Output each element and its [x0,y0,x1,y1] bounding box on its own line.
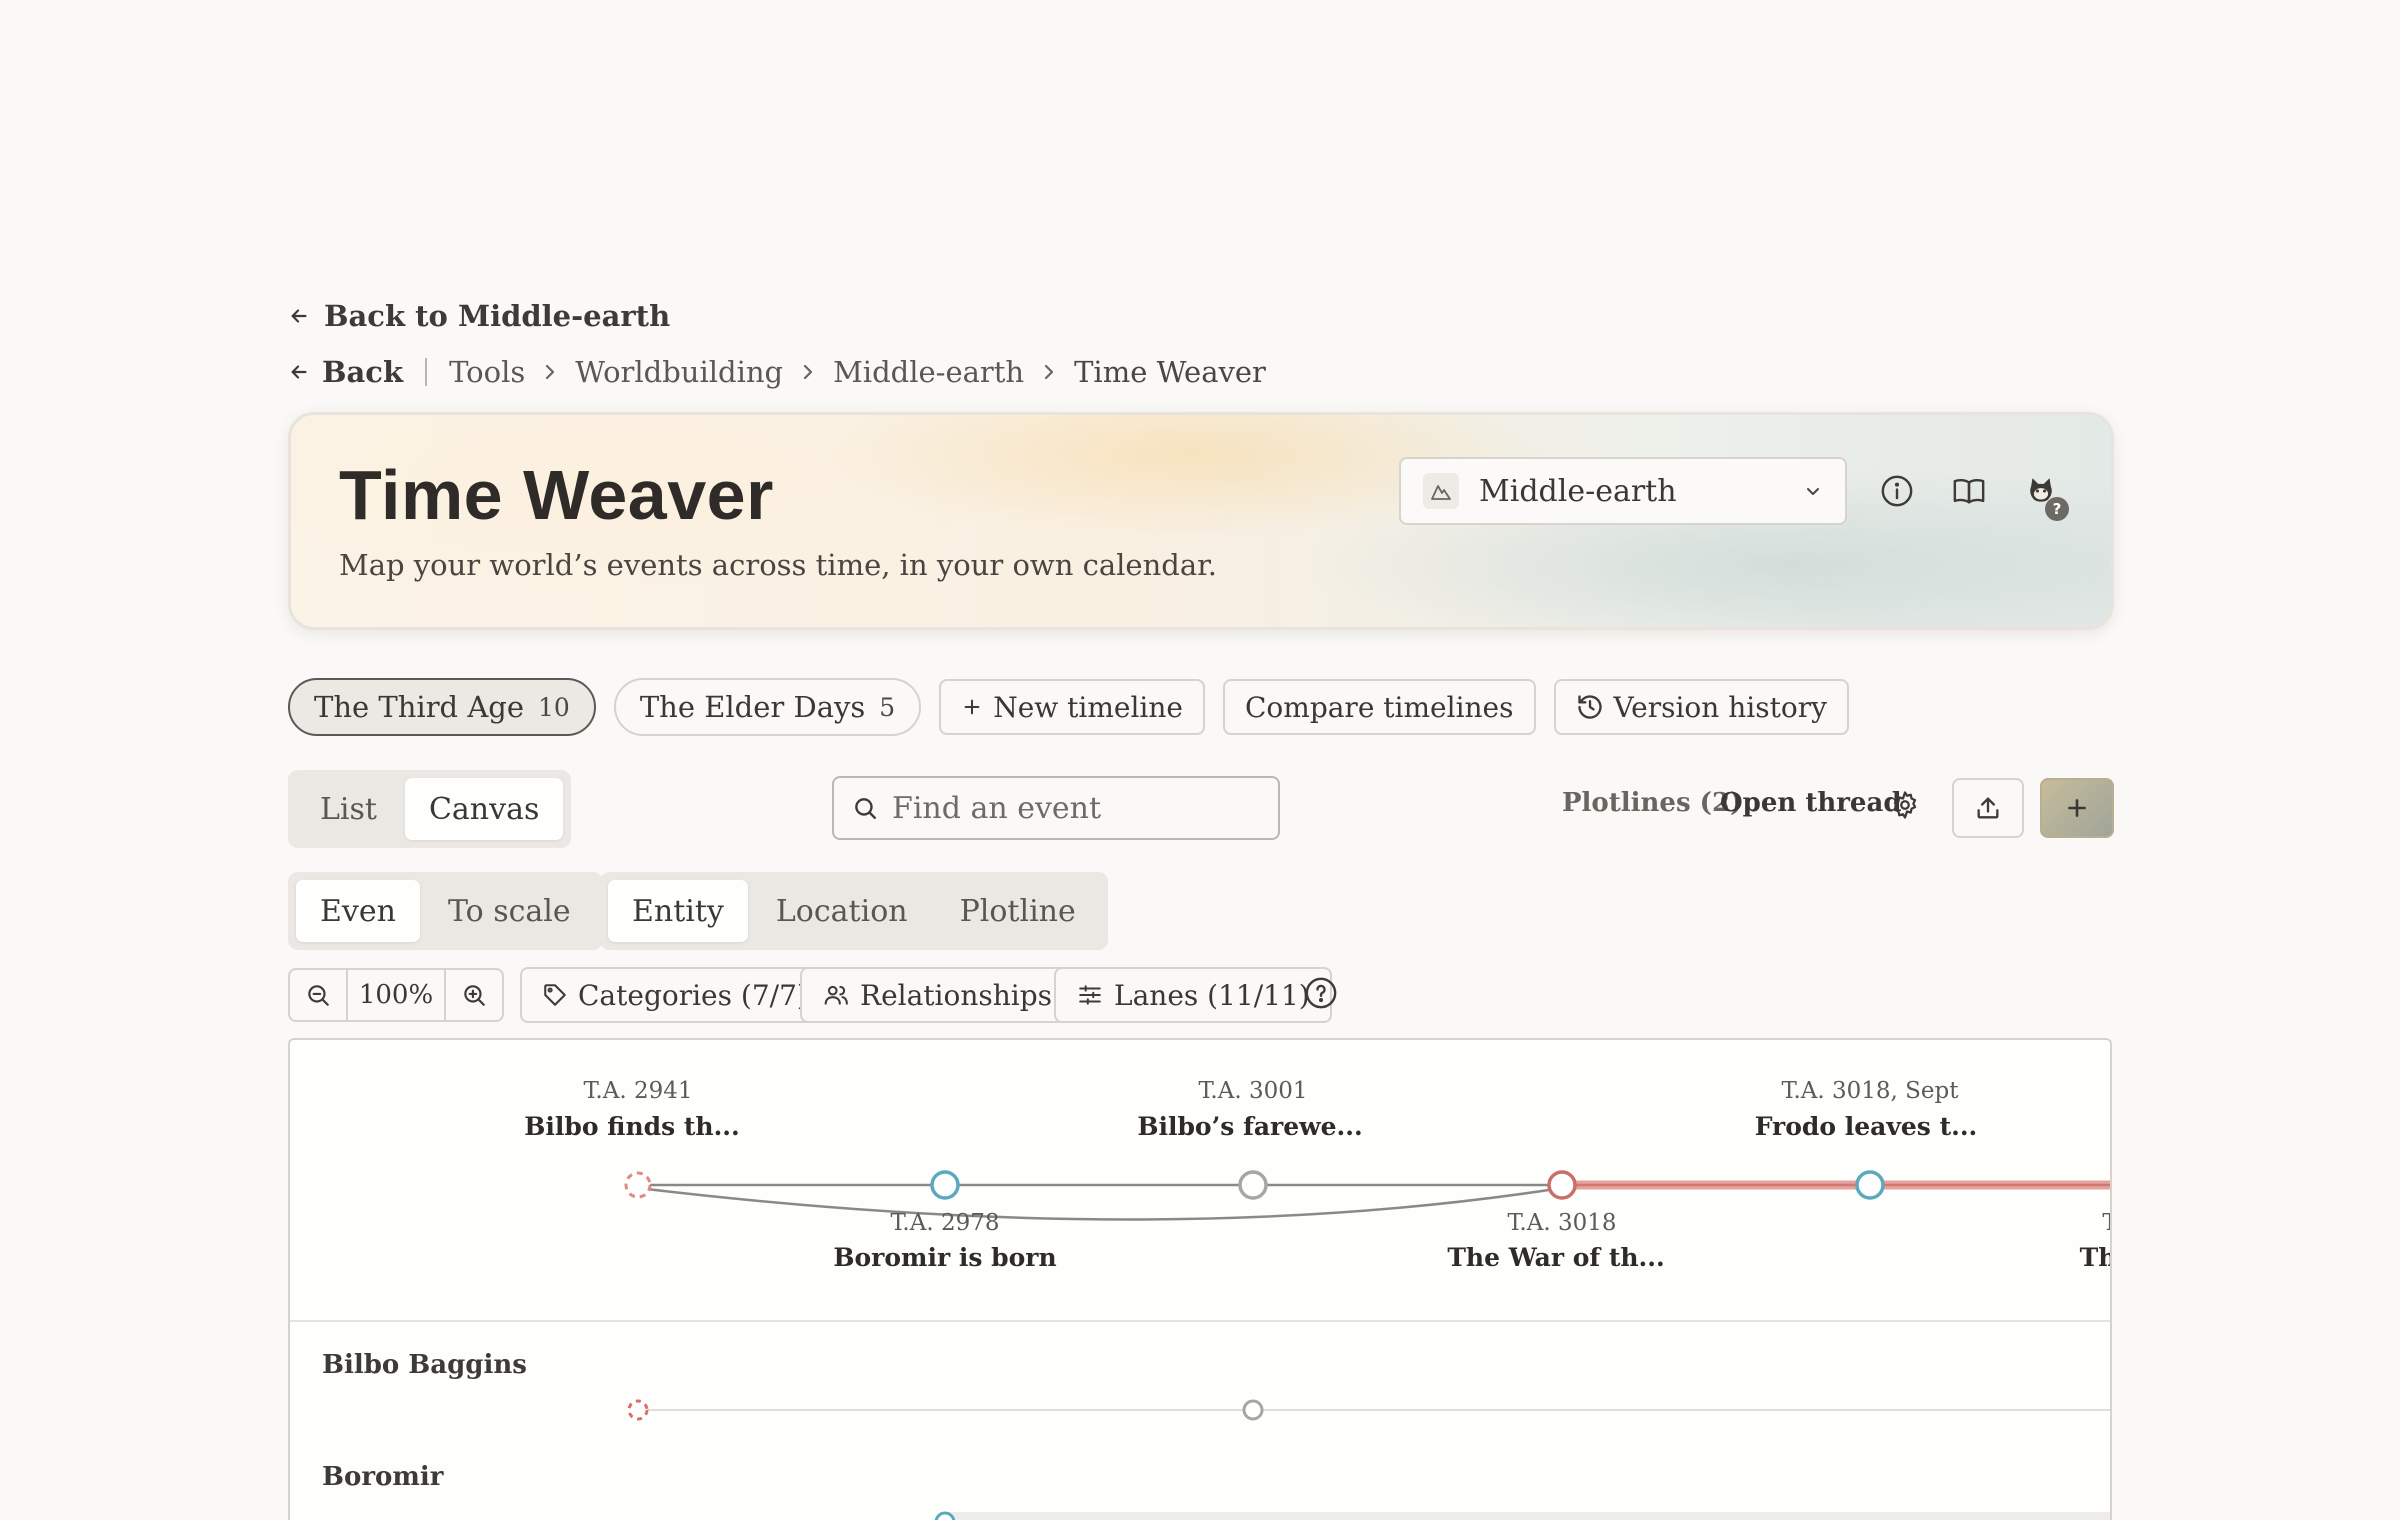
event-title[interactable]: Th [2080,1243,2110,1272]
tag-icon [542,982,568,1008]
arrow-left-icon [288,305,310,327]
info-icon[interactable] [1877,471,1917,511]
timeline-tab-third-age[interactable]: The Third Age 10 [288,678,596,736]
back-link-label: Back to Middle-earth [324,299,671,333]
chevron-right-icon [1042,362,1056,382]
event-count-badge: 10 [538,692,570,722]
breadcrumb-back[interactable]: Back [288,355,403,389]
event-date: T [2102,1210,2110,1236]
open-thread-button[interactable]: Open thread [1720,788,1902,818]
search-input[interactable] [892,790,1271,826]
event-count-badge: 5 [879,692,896,722]
zoom-control: 100% [288,968,504,1022]
plus-icon [2064,795,2090,821]
spacing-toggle: Even To scale [288,872,603,950]
relationships-filter-button[interactable]: Relationships [800,967,1075,1023]
event-date: T.A. 2978 [890,1210,1000,1236]
lane-span-bar [945,1512,2110,1520]
breadcrumb-item-current: Time Weaver [1074,355,1266,389]
breadcrumb-item-worldbuilding[interactable]: Worldbuilding [575,355,783,389]
event-title[interactable]: Boromir is born [833,1243,1056,1272]
search-icon [852,795,878,821]
compare-timelines-button[interactable]: Compare timelines [1222,679,1536,735]
upload-icon [1974,794,2002,822]
event-date: T.A. 3018 [1507,1210,1617,1236]
event-title[interactable]: The War of th... [1447,1243,1664,1272]
lane-event-node [627,1399,649,1421]
group-entity[interactable]: Entity [608,880,748,942]
lanes-filter-button[interactable]: Lanes (11/11) [1054,967,1332,1023]
plus-icon [961,696,983,718]
relationship-arc [637,1186,1563,1221]
timeline-tabs-row: The Third Age 10 The Elder Days 5 New ti… [288,678,1849,736]
mountain-icon [1423,473,1459,509]
lane-label-bilbo: Bilbo Baggins [322,1350,527,1380]
page-title: Time Weaver [339,456,774,534]
view-mode-canvas[interactable]: Canvas [404,778,564,840]
breadcrumb: Back Tools Worldbuilding Middle-earth Ti… [288,352,1266,392]
event-node [1855,1170,1885,1200]
view-mode-list[interactable]: List [296,778,401,840]
grouping-toggle: Entity Location Plotline [600,872,1108,950]
event-node [1238,1170,1268,1200]
hero-card: Time Weaver Map your world’s events acro… [288,412,2114,630]
timeline-canvas[interactable]: T.A. 2941 Bilbo finds th... T.A. 3001 Bi… [288,1038,2112,1520]
event-date: T.A. 3001 [1198,1078,1308,1104]
chevron-right-icon [801,362,815,382]
lane-divider [290,1320,2110,1322]
event-date: T.A. 2941 [583,1078,693,1104]
breadcrumb-divider [425,358,428,386]
lane-event-node [934,1511,956,1520]
chevron-right-icon [543,362,557,382]
sliders-icon [1076,982,1104,1008]
zoom-level: 100% [346,970,446,1020]
arrow-left-icon [288,361,310,383]
world-select-value: Middle-earth [1479,473,1677,509]
world-select[interactable]: Middle-earth [1399,457,1847,525]
event-node [930,1170,960,1200]
event-node [1547,1170,1577,1200]
add-event-button[interactable] [2040,778,2114,838]
lane-label-boromir: Boromir [322,1462,444,1492]
view-mode-toggle: List Canvas [288,770,572,848]
breadcrumb-item-tools[interactable]: Tools [449,355,525,389]
event-title[interactable]: Bilbo finds th... [524,1112,739,1141]
spacing-to-scale[interactable]: To scale [424,880,595,942]
zoom-in-icon[interactable] [446,970,502,1020]
breadcrumb-item-middle-earth[interactable]: Middle-earth [833,355,1024,389]
categories-filter-button[interactable]: Categories (7/7) [520,967,830,1023]
event-node [624,1171,652,1199]
group-plotline[interactable]: Plotline [936,880,1100,942]
page-subtitle: Map your world’s events across time, in … [339,548,1218,582]
export-button[interactable] [1952,778,2024,838]
zoom-out-icon[interactable] [290,970,346,1020]
help-badge: ? [2045,497,2069,521]
group-location[interactable]: Location [752,880,932,942]
book-open-icon[interactable] [1949,471,1989,511]
event-title[interactable]: Frodo leaves t... [1755,1112,1978,1141]
timeline-tab-elder-days[interactable]: The Elder Days 5 [613,678,922,736]
spacing-even[interactable]: Even [296,880,420,942]
event-title[interactable]: Bilbo’s farewe... [1137,1112,1362,1141]
gear-icon[interactable] [1890,790,1920,820]
back-to-world-link[interactable]: Back to Middle-earth [288,296,670,336]
lane-event-node [1242,1399,1264,1421]
new-timeline-button[interactable]: New timeline [939,679,1205,735]
event-date: T.A. 3018, Sept [1781,1078,1959,1104]
history-icon [1576,693,1604,721]
help-circle-icon[interactable] [1304,976,1338,1010]
avatar[interactable]: ? [2021,471,2069,521]
users-icon [822,982,850,1008]
version-history-button[interactable]: Version history [1553,679,1849,735]
plotlines-button[interactable]: Plotlines (2) [1562,788,1742,818]
event-search[interactable] [832,776,1280,840]
chevron-down-icon [1803,481,1823,501]
